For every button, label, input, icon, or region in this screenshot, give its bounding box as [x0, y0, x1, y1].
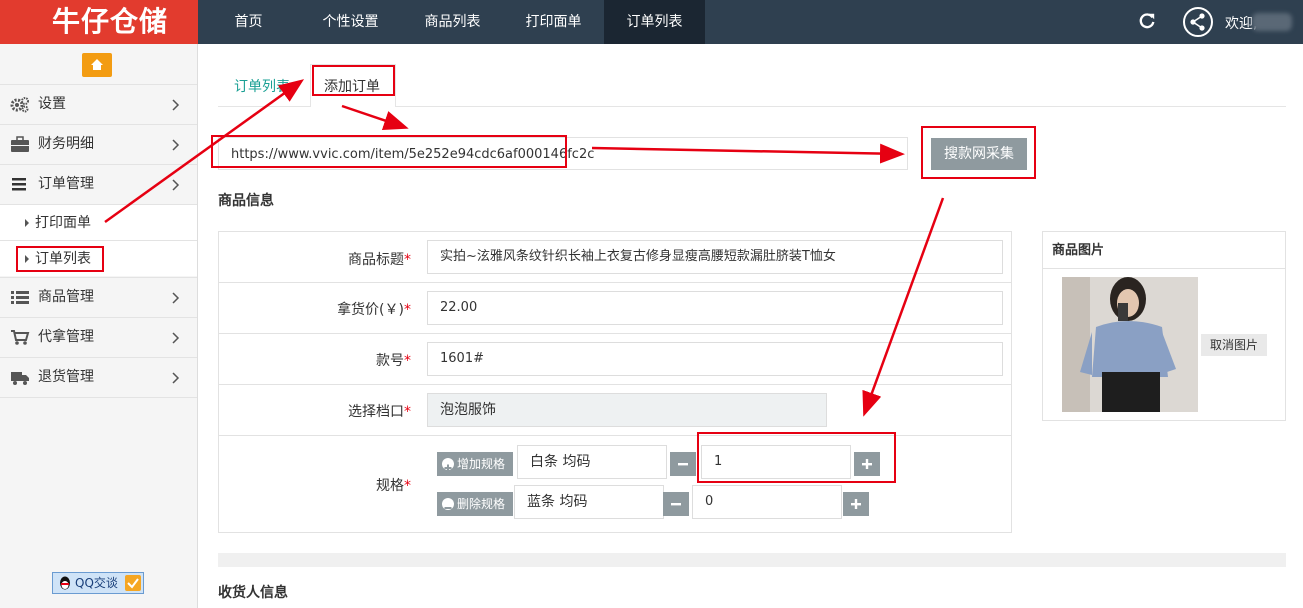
annotation-arrows: [104, 79, 945, 417]
